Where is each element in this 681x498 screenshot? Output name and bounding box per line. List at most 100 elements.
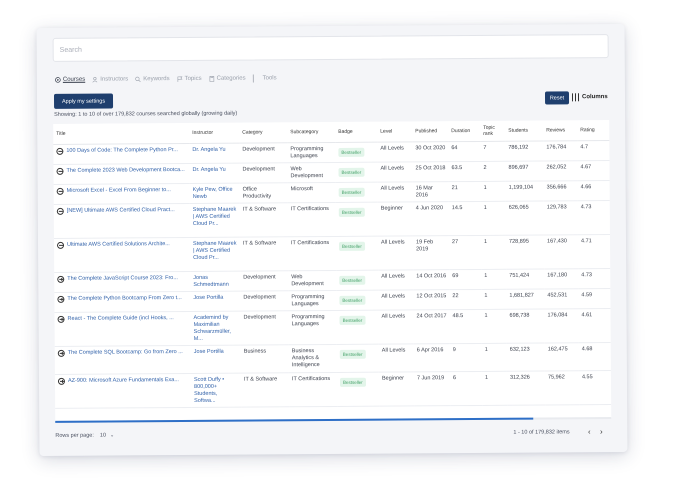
expand-plus-icon[interactable]: [57, 275, 65, 283]
collapse-minus-icon[interactable]: [56, 207, 64, 215]
results-summary: Showing: 1 to 10 of over 179,832 courses…: [54, 110, 238, 118]
column-header[interactable]: Topic rank: [480, 120, 506, 141]
badge-cell: Bestseller: [336, 343, 379, 372]
course-title: The Complete 2023 Web Development Bootca…: [56, 167, 186, 175]
badge-cell: Bestseller: [335, 181, 378, 202]
tab-courses[interactable]: Courses: [55, 77, 85, 83]
duration-cell: 9: [449, 342, 482, 372]
tab-tools[interactable]: Tools: [263, 75, 277, 81]
reset-button[interactable]: Reset: [544, 91, 570, 105]
duration-cell: 22: [449, 288, 482, 310]
badge-cell: Bestseller: [335, 201, 378, 236]
instructor-link[interactable]: Scott Duffy • 800,000+ Students, Softwa.…: [190, 372, 242, 407]
category-cell: Office Productivity: [239, 182, 288, 203]
table-row[interactable]: The Complete SQL Bootcamp: Go from Zero …: [54, 342, 611, 374]
collapse-minus-icon[interactable]: [56, 147, 64, 155]
instructor-link[interactable]: Dr. Angela Yu: [189, 162, 240, 183]
collapse-minus-icon[interactable]: [57, 241, 65, 249]
expand-plus-icon[interactable]: [57, 349, 65, 357]
columns-label: Columns: [581, 94, 608, 101]
course-title: The Complete SQL Bootcamp: Go from Zero …: [57, 349, 188, 357]
duration-cell: 63.5: [448, 160, 481, 182]
table-row[interactable]: AZ-900: Microsoft Azure Fundamentals Exa…: [54, 370, 612, 408]
course-title-link[interactable]: Microsoft Excel - Excel From Beginner to…: [67, 187, 171, 195]
tab-keywords[interactable]: Keywords: [135, 76, 170, 83]
column-header[interactable]: Title: [53, 122, 190, 144]
instructor-link[interactable]: Jose Portilla: [190, 344, 241, 373]
column-header[interactable]: Students: [505, 120, 544, 141]
column-header[interactable]: Category: [239, 122, 288, 143]
course-title-link[interactable]: 100 Days of Code: The Complete Python Pr…: [66, 147, 178, 155]
course-title-link[interactable]: AZ-900: Microsoft Azure Fundamentals Exa…: [68, 377, 179, 385]
collapse-minus-icon[interactable]: [56, 187, 64, 195]
column-header[interactable]: Level: [377, 121, 413, 142]
reviews-cell: 129,783: [543, 200, 578, 235]
course-title-link[interactable]: The Complete Python Bootcamp From Zero t…: [67, 295, 181, 303]
bestseller-badge: Bestseller: [339, 377, 366, 387]
table-row[interactable]: Ultimate AWS Certified Solutions Archite…: [53, 234, 611, 272]
instructor-link[interactable]: Academind by Maximilian Schwarzmüller, M…: [190, 310, 241, 345]
rating-cell: 4.73: [578, 268, 611, 289]
search-input[interactable]: Search: [52, 34, 609, 62]
collapse-minus-icon[interactable]: [56, 167, 64, 175]
column-header[interactable]: Subcategory: [287, 121, 336, 143]
course-title-link[interactable]: [NEW] Ultimate AWS Certified Cloud Pract…: [67, 207, 175, 215]
instructor-link[interactable]: Stephane Maarek | AWS Certified Cloud Pr…: [189, 236, 241, 271]
category-cell: IT & Software: [240, 372, 290, 407]
course-title-link[interactable]: The Complete 2023 Web Development Bootca…: [66, 167, 184, 175]
rating-cell: 4.55: [578, 370, 612, 405]
instructor-link[interactable]: Jose Portilla: [190, 290, 241, 311]
rows-per-page: Rows per page: 10 ⌄: [55, 433, 114, 439]
column-header[interactable]: Reviews: [543, 120, 578, 141]
column-header[interactable]: Rating: [577, 120, 610, 141]
table-row[interactable]: [NEW] Ultimate AWS Certified Cloud Pract…: [53, 200, 610, 238]
column-header[interactable]: Badge: [335, 121, 378, 142]
rank-cell: 1: [481, 342, 507, 371]
course-title-link[interactable]: The Complete JavaScript Course 2023: Fro…: [67, 275, 178, 283]
subcategory-cell: Programming Languages: [288, 309, 337, 345]
next-page-button[interactable]: ›: [595, 427, 607, 436]
instructor-link[interactable]: Stephane Maarek | AWS Certified Cloud Pr…: [189, 202, 240, 237]
course-title-link[interactable]: React - The Complete Guide (incl Hooks, …: [68, 315, 174, 323]
expand-plus-icon[interactable]: [57, 295, 65, 303]
column-header[interactable]: Instructor: [189, 122, 240, 143]
columns-button[interactable]: Columns: [571, 93, 608, 102]
duration-cell: 21: [448, 180, 481, 202]
expand-plus-icon[interactable]: [57, 315, 65, 323]
subcategory-cell: Business Analytics & Intelligence: [288, 343, 337, 373]
duration-cell: 14.5: [448, 200, 481, 236]
instructor-link[interactable]: Jonas Schmedtmann: [190, 270, 241, 291]
bestseller-badge: Bestseller: [339, 241, 365, 251]
tab-topics[interactable]: Topics: [177, 76, 202, 82]
students-cell: 896,697: [505, 160, 544, 181]
tab-categories[interactable]: Categories: [209, 76, 246, 82]
course-title-cell: [NEW] Ultimate AWS Certified Cloud Pract…: [53, 202, 190, 238]
rank-cell: 7: [480, 140, 506, 161]
column-header[interactable]: Published: [412, 121, 449, 142]
course-title-cell: The Complete JavaScript Course 2023: Fro…: [54, 270, 191, 292]
table-row[interactable]: React - The Complete Guide (incl Hooks, …: [54, 308, 611, 346]
course-title: The Complete Python Bootcamp From Zero t…: [57, 295, 187, 303]
pagination-controls: ‹ ›: [583, 427, 607, 436]
instructor-link[interactable]: Dr. Angela Yu: [189, 142, 240, 163]
course-title-link[interactable]: The Complete SQL Bootcamp: Go from Zero …: [68, 349, 183, 357]
rows-per-page-select[interactable]: 10 ⌄: [100, 433, 114, 439]
duration-cell: 69: [449, 268, 482, 290]
level-cell: Beginner: [378, 371, 415, 406]
apply-settings-button[interactable]: Apply my settings: [53, 93, 114, 109]
reviews-cell: 162,475: [544, 342, 579, 371]
expand-plus-icon[interactable]: [57, 377, 66, 385]
published-cell: 16 Mar 2016: [412, 181, 449, 202]
course-title-link[interactable]: Ultimate AWS Certified Solutions Archite…: [67, 241, 170, 249]
level-cell: All Levels: [378, 269, 414, 290]
keywords-icon: [135, 76, 142, 83]
pagination-range: 1 - 10 of 179,832 items: [513, 429, 570, 436]
instructor-link[interactable]: Kyle Pew, Office Newb: [189, 182, 240, 203]
students-cell: 626,065: [505, 200, 544, 235]
course-title-cell: 100 Days of Code: The Complete Python Pr…: [53, 142, 190, 164]
tab-instructors[interactable]: Instructors: [92, 76, 128, 83]
column-header[interactable]: Duration: [448, 120, 481, 142]
prev-page-button[interactable]: ‹: [583, 427, 595, 436]
subcategory-cell: IT Certifications: [288, 371, 338, 407]
published-cell: 7 Jun 2019: [413, 371, 451, 406]
